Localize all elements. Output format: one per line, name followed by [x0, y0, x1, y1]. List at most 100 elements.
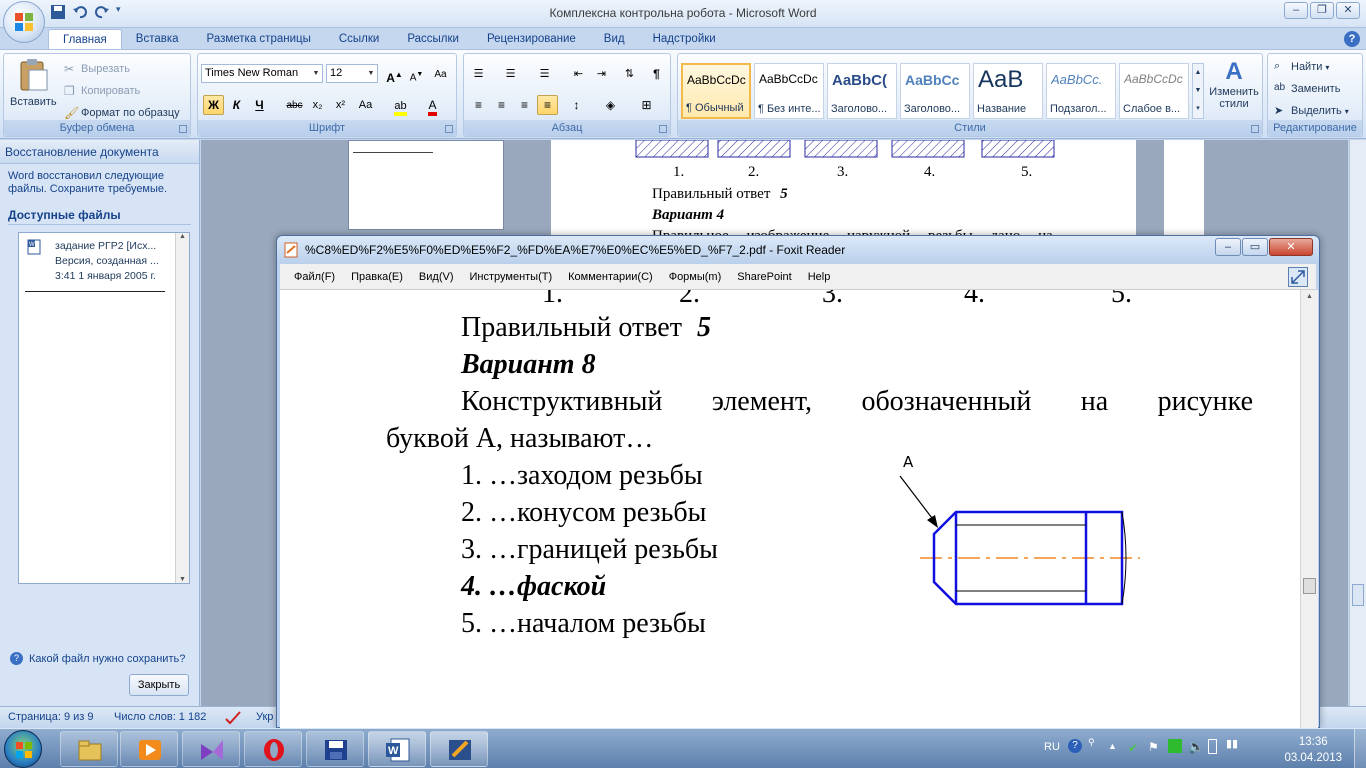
- find-button[interactable]: ⌕ Найти ▾: [1274, 58, 1329, 76]
- grow-font-button[interactable]: A▲: [384, 64, 405, 85]
- tab-review[interactable]: Рецензирование: [473, 29, 590, 49]
- clipboard-launcher-icon[interactable]: [179, 125, 187, 133]
- align-left-icon[interactable]: ≡: [468, 95, 489, 115]
- shrink-font-button[interactable]: A▼: [406, 64, 427, 84]
- font-color-icon[interactable]: A: [422, 95, 443, 116]
- numbering-icon[interactable]: ☰: [500, 64, 521, 84]
- menu-forms[interactable]: Формы(m): [661, 271, 730, 283]
- start-button[interactable]: [4, 730, 42, 768]
- security-icon[interactable]: ✔: [1128, 741, 1138, 755]
- subscript-button[interactable]: x₂: [307, 95, 328, 115]
- tab-mailings[interactable]: Рассылки: [393, 29, 473, 49]
- speaker-icon[interactable]: 🔈: [1188, 739, 1204, 755]
- show-marks-icon[interactable]: ¶: [646, 64, 667, 84]
- taskbar-media-player[interactable]: [120, 731, 178, 767]
- menu-sharepoint[interactable]: SharePoint: [729, 271, 799, 283]
- style-title[interactable]: AaB Название: [973, 63, 1043, 119]
- tab-addins[interactable]: Надстройки: [639, 29, 730, 49]
- select-button[interactable]: ➤ Выделить ▾: [1274, 102, 1349, 120]
- taskbar-explorer[interactable]: [60, 731, 118, 767]
- align-center-icon[interactable]: ≡: [491, 95, 512, 115]
- highlight-icon[interactable]: ab: [390, 95, 411, 116]
- pdf-scroll-thumb[interactable]: [1303, 578, 1316, 594]
- style-subtitle[interactable]: AaBbCc. Подзагол...: [1046, 63, 1116, 119]
- copy-button[interactable]: ❐ Копировать: [64, 82, 140, 100]
- menu-file[interactable]: Файл(F): [286, 271, 343, 283]
- paste-button[interactable]: Вставить: [10, 58, 57, 118]
- recovered-file-item[interactable]: W задание РГР2 [Исх... Версия, созданная…: [27, 239, 169, 284]
- tab-view[interactable]: Вид: [590, 29, 639, 49]
- language-status[interactable]: Укр: [256, 711, 273, 723]
- show-hidden-icons-icon[interactable]: ▲: [1108, 741, 1117, 751]
- font-name-combo[interactable]: Times New Roman ▼: [201, 64, 323, 83]
- proofing-icon[interactable]: [224, 709, 242, 728]
- action-center-flag-icon[interactable]: ⚑: [1148, 740, 1159, 754]
- language-help-icon[interactable]: ?: [1068, 739, 1082, 753]
- sort-icon[interactable]: ⇅: [619, 64, 640, 84]
- shading-icon[interactable]: ◈: [600, 95, 621, 115]
- change-case-button[interactable]: Aa: [355, 95, 376, 115]
- superscript-button[interactable]: x²: [330, 95, 351, 115]
- taskbar-visual-studio[interactable]: [182, 731, 240, 767]
- show-desktop-button[interactable]: [1354, 729, 1366, 768]
- style-heading-2[interactable]: AaBbCc Заголово...: [900, 63, 970, 119]
- menu-edit[interactable]: Правка(E): [343, 271, 411, 283]
- clock[interactable]: 13:36 03.04.2013: [1284, 734, 1342, 766]
- bullets-icon[interactable]: ☰: [468, 64, 489, 84]
- line-spacing-icon[interactable]: ↕: [566, 95, 587, 115]
- signal-icon[interactable]: ▮▮: [1226, 737, 1238, 750]
- word-count-status[interactable]: Число слов: 1 182: [114, 711, 206, 723]
- page-count-status[interactable]: Страница: 9 из 9: [8, 711, 94, 723]
- style-no-spacing[interactable]: AaBbCcDc ¶ Без инте...: [754, 63, 824, 119]
- menu-tools[interactable]: Инструменты(T): [462, 271, 561, 283]
- multilevel-list-icon[interactable]: ☰: [534, 64, 555, 84]
- strikethrough-button[interactable]: abc: [284, 95, 305, 115]
- decrease-indent-icon[interactable]: ⇤: [568, 64, 589, 84]
- pdf-vertical-scrollbar[interactable]: ▲: [1300, 290, 1318, 728]
- style-normal[interactable]: AaBbCcDc ¶ Обычный: [681, 63, 751, 119]
- paragraph-launcher-icon[interactable]: [659, 125, 667, 133]
- font-launcher-icon[interactable]: [445, 125, 453, 133]
- tab-references[interactable]: Ссылки: [325, 29, 394, 49]
- styles-launcher-icon[interactable]: [1251, 125, 1259, 133]
- underline-button[interactable]: Ч: [249, 95, 270, 115]
- battery-icon[interactable]: [1208, 739, 1217, 754]
- word-page[interactable]: 1. 2. 3. 4. 5. Правильный ответ 5 Вариан…: [551, 140, 1136, 244]
- restore-button[interactable]: ❐: [1310, 2, 1334, 19]
- taskbar-opera[interactable]: [244, 731, 302, 767]
- maximize-button[interactable]: ▭: [1242, 238, 1268, 256]
- close-button[interactable]: ✕: [1336, 2, 1360, 19]
- fullscreen-icon[interactable]: [1288, 267, 1308, 287]
- tab-home[interactable]: Главная: [48, 29, 122, 49]
- font-size-combo[interactable]: 12 ▼: [326, 64, 378, 83]
- style-subtle-emphasis[interactable]: AaBbCcDc Слабое в...: [1119, 63, 1189, 119]
- word-vertical-scrollbar[interactable]: [1349, 140, 1366, 706]
- menu-help[interactable]: Help: [800, 271, 839, 283]
- justify-icon[interactable]: ≡: [537, 95, 558, 115]
- tab-insert[interactable]: Вставка: [122, 29, 193, 49]
- minimize-button[interactable]: –: [1284, 2, 1308, 19]
- network-activity-icon[interactable]: [1168, 739, 1182, 753]
- taskbar-foxit[interactable]: [430, 731, 488, 767]
- style-heading-1[interactable]: AaBbC( Заголово...: [827, 63, 897, 119]
- bold-button[interactable]: Ж: [203, 95, 224, 115]
- tab-page-layout[interactable]: Разметка страницы: [193, 29, 325, 49]
- cut-button[interactable]: ✂ Вырезать: [64, 60, 130, 78]
- borders-icon[interactable]: ⊞: [636, 95, 657, 115]
- taskbar-save-app[interactable]: [306, 731, 364, 767]
- close-button[interactable]: ✕: [1269, 238, 1313, 256]
- menu-view[interactable]: Вид(V): [411, 271, 462, 283]
- clear-format-icon[interactable]: Aa: [430, 64, 451, 84]
- change-styles-button[interactable]: A Изменить стили: [1206, 58, 1262, 120]
- minimize-button[interactable]: –: [1215, 238, 1241, 256]
- italic-button[interactable]: К: [226, 95, 247, 115]
- help-icon[interactable]: ?: [1344, 31, 1360, 47]
- language-bar-icon[interactable]: ⚲: [1088, 737, 1095, 748]
- which-file-help-link[interactable]: ? Какой файл нужно сохранить?: [10, 652, 185, 665]
- recovery-list-scrollbar[interactable]: ▲ ▼: [175, 233, 189, 583]
- increase-indent-icon[interactable]: ⇥: [591, 64, 612, 84]
- taskbar-word[interactable]: W: [368, 731, 426, 767]
- align-right-icon[interactable]: ≡: [514, 95, 535, 115]
- styles-scroll[interactable]: ▲ ▼ ▾: [1192, 63, 1204, 119]
- pdf-page[interactable]: 1. 2. 3. 4. 5. Правильный ответ 5 Вариан…: [280, 290, 1300, 728]
